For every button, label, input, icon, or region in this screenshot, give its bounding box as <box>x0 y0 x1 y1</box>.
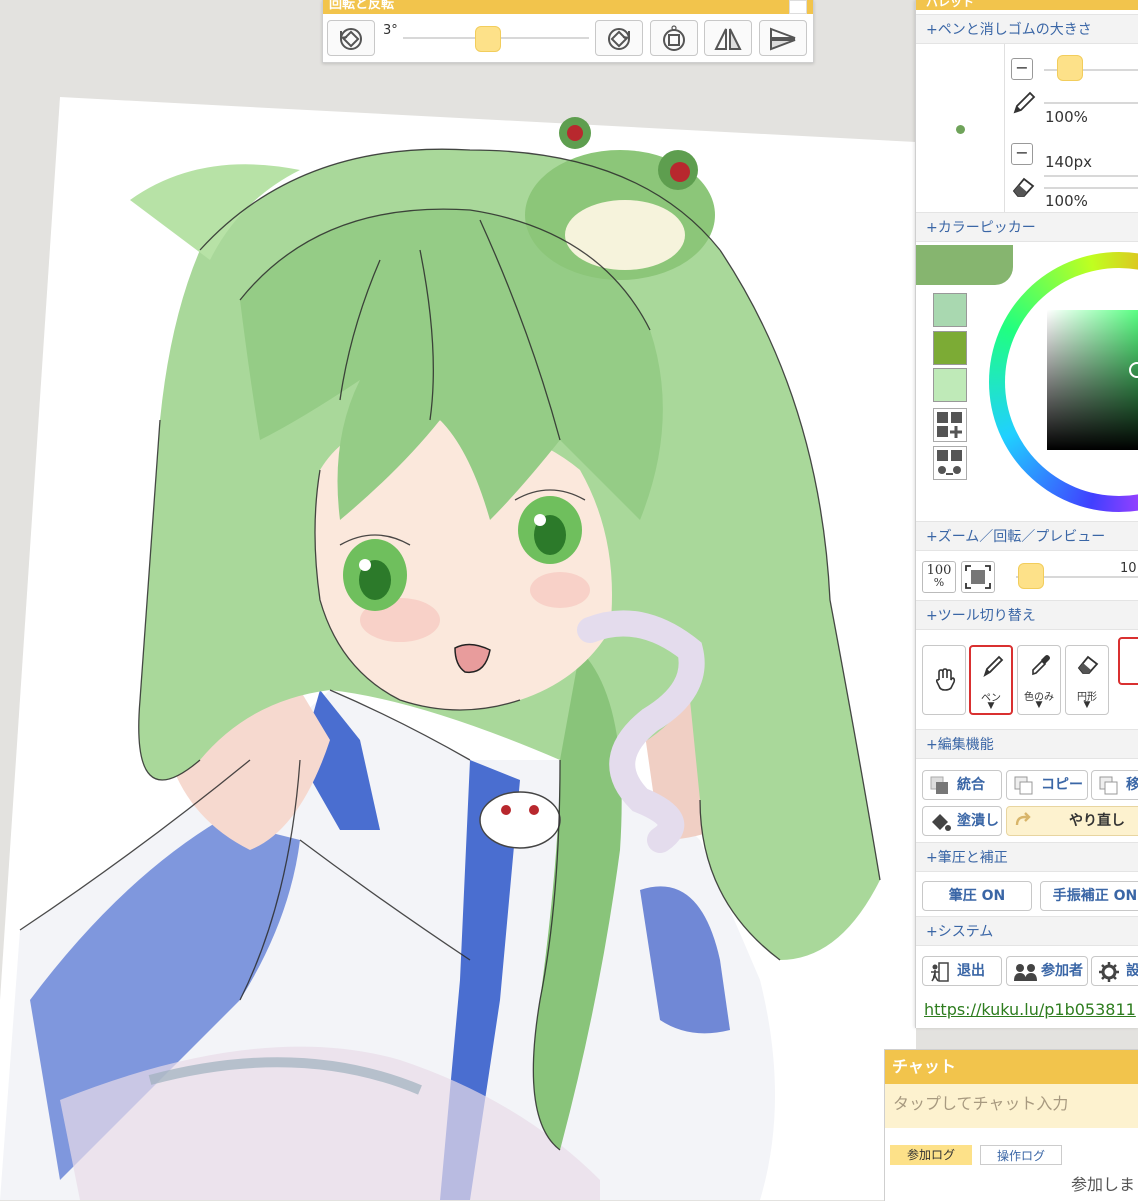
pen-size-slider-thumb[interactable] <box>1057 55 1083 81</box>
fit-screen-button[interactable] <box>961 561 995 593</box>
swap-swatch-button[interactable] <box>933 446 967 480</box>
chat-panel: チャット タップしてチャット入力 参加ログ 操作ログ 参加しま <box>884 1049 1138 1201</box>
saturation-value-square[interactable] <box>1047 310 1138 450</box>
color-swatch[interactable] <box>933 331 967 365</box>
dropdown-arrow-icon: ▼ <box>1083 700 1091 710</box>
rotate-zero-button[interactable] <box>650 20 698 56</box>
chat-input[interactable]: タップしてチャット入力 <box>885 1084 1138 1128</box>
zoom-slider-thumb[interactable] <box>1018 563 1044 589</box>
gear-icon <box>1099 962 1119 982</box>
eyedropper-icon <box>1032 655 1050 676</box>
dropdown-arrow-icon: ▼ <box>1035 700 1043 710</box>
redo-icon <box>1015 812 1031 826</box>
eraser-opacity-value: 100% <box>1045 192 1088 210</box>
copy-layer-button[interactable]: コピー <box>1006 770 1088 800</box>
participants-button[interactable]: 参加者 <box>1006 956 1088 986</box>
exit-icon <box>931 962 949 982</box>
pen-opacity-value: 100% <box>1045 108 1088 126</box>
flip-horizontal-icon <box>714 28 742 50</box>
chat-title: チャット <box>885 1050 1138 1084</box>
pen-opacity-slider-track[interactable] <box>1044 102 1138 104</box>
hand-icon <box>935 668 956 691</box>
brush-preview-dot <box>956 125 965 134</box>
section-tool-switch[interactable]: +ツール切り替え <box>916 600 1138 630</box>
palette-panel: パレット +ペンと消しゴムの大きさ − 100% − 140px 100% +カ… <box>915 0 1138 1028</box>
zoom-value: 10 <box>1120 561 1137 576</box>
circle-eraser-icon <box>1077 655 1099 674</box>
rotate-reset-icon <box>663 25 685 51</box>
section-pen-size[interactable]: +ペンと消しゴムの大きさ <box>916 14 1138 44</box>
copy-icon <box>1014 776 1033 795</box>
flip-vertical-icon <box>770 27 796 51</box>
rotate-flip-panel: 回転と反転 3° <box>322 0 814 63</box>
pen-icon <box>1013 91 1036 114</box>
tab-join-log[interactable]: 参加ログ <box>890 1145 972 1165</box>
redo-button[interactable]: やり直し <box>1006 806 1138 836</box>
rotate-reset-button[interactable] <box>327 20 375 56</box>
exit-button[interactable]: 退出 <box>922 956 1002 986</box>
add-swatch-icon <box>937 412 962 438</box>
flip-vertical-button[interactable] <box>759 20 807 56</box>
pen-tool-icon <box>983 655 1004 678</box>
rotate-left-icon <box>340 28 362 50</box>
fill-button[interactable]: 塗潰し <box>922 806 1002 836</box>
participants-icon <box>1014 964 1037 981</box>
color-swatch[interactable] <box>933 368 967 402</box>
rotate-panel-title: 回転と反転 <box>323 0 813 14</box>
tab-action-log[interactable]: 操作ログ <box>980 1145 1062 1165</box>
pressure-toggle-button[interactable]: 筆圧 ON <box>922 881 1032 911</box>
section-system[interactable]: +システム <box>916 916 1138 946</box>
section-zoom[interactable]: +ズーム／回転／プレビュー <box>916 521 1138 551</box>
rotate-right-icon <box>608 28 630 50</box>
merge-icon <box>930 776 948 794</box>
stabilizer-toggle-button[interactable]: 手振補正 ON <box>1040 881 1138 911</box>
eraser-size-minus-button[interactable]: − <box>1011 143 1033 165</box>
panel-collapse-button[interactable] <box>789 0 807 14</box>
rotation-angle: 3° <box>383 23 398 38</box>
fit-screen-icon <box>965 565 991 589</box>
paint-bucket-icon <box>932 814 951 831</box>
palette-title: パレット <box>916 0 1138 10</box>
swap-swatch-icon <box>937 450 962 475</box>
tool-pen-button[interactable]: ペン ▼ <box>969 645 1013 715</box>
pen-size-minus-button[interactable]: − <box>1011 58 1033 80</box>
eraser-icon <box>1012 177 1035 197</box>
room-url-link[interactable]: https://kuku.lu/p1b053811 <box>924 1000 1136 1019</box>
merge-layer-button[interactable]: 統合 <box>922 770 1002 800</box>
flip-horizontal-button[interactable] <box>704 20 752 56</box>
tool-circle-button[interactable]: 円形 ▼ <box>1065 645 1109 715</box>
section-edit[interactable]: +編集機能 <box>916 729 1138 759</box>
eraser-size-slider-track[interactable] <box>1044 175 1138 177</box>
rotation-slider-thumb[interactable] <box>475 26 501 52</box>
zoom-100-button[interactable]: 100 % <box>922 561 956 593</box>
dropdown-arrow-icon: ▼ <box>987 701 995 711</box>
rotate-right-button[interactable] <box>595 20 643 56</box>
tool-color-only-button[interactable]: 色のみ ▼ <box>1017 645 1061 715</box>
chat-log-entry: 参加しま <box>1071 1175 1136 1194</box>
move-icon <box>1099 776 1118 795</box>
add-swatch-button[interactable] <box>933 408 967 442</box>
color-swatch[interactable] <box>933 293 967 327</box>
eraser-opacity-slider-track[interactable] <box>1044 187 1138 189</box>
eraser-size-value: 140px <box>1045 153 1093 171</box>
tool-hand-button[interactable] <box>922 645 966 715</box>
settings-button[interactable]: 設 <box>1091 956 1138 986</box>
tool-extra-button[interactable] <box>1118 637 1138 685</box>
section-pressure[interactable]: +筆圧と補正 <box>916 842 1138 872</box>
current-color-indicator <box>916 245 1013 285</box>
brush-preview <box>916 44 1005 212</box>
section-color-picker[interactable]: +カラーピッカー <box>916 212 1138 242</box>
color-picker-cursor[interactable] <box>1129 362 1138 378</box>
move-layer-button[interactable]: 移 <box>1091 770 1138 800</box>
